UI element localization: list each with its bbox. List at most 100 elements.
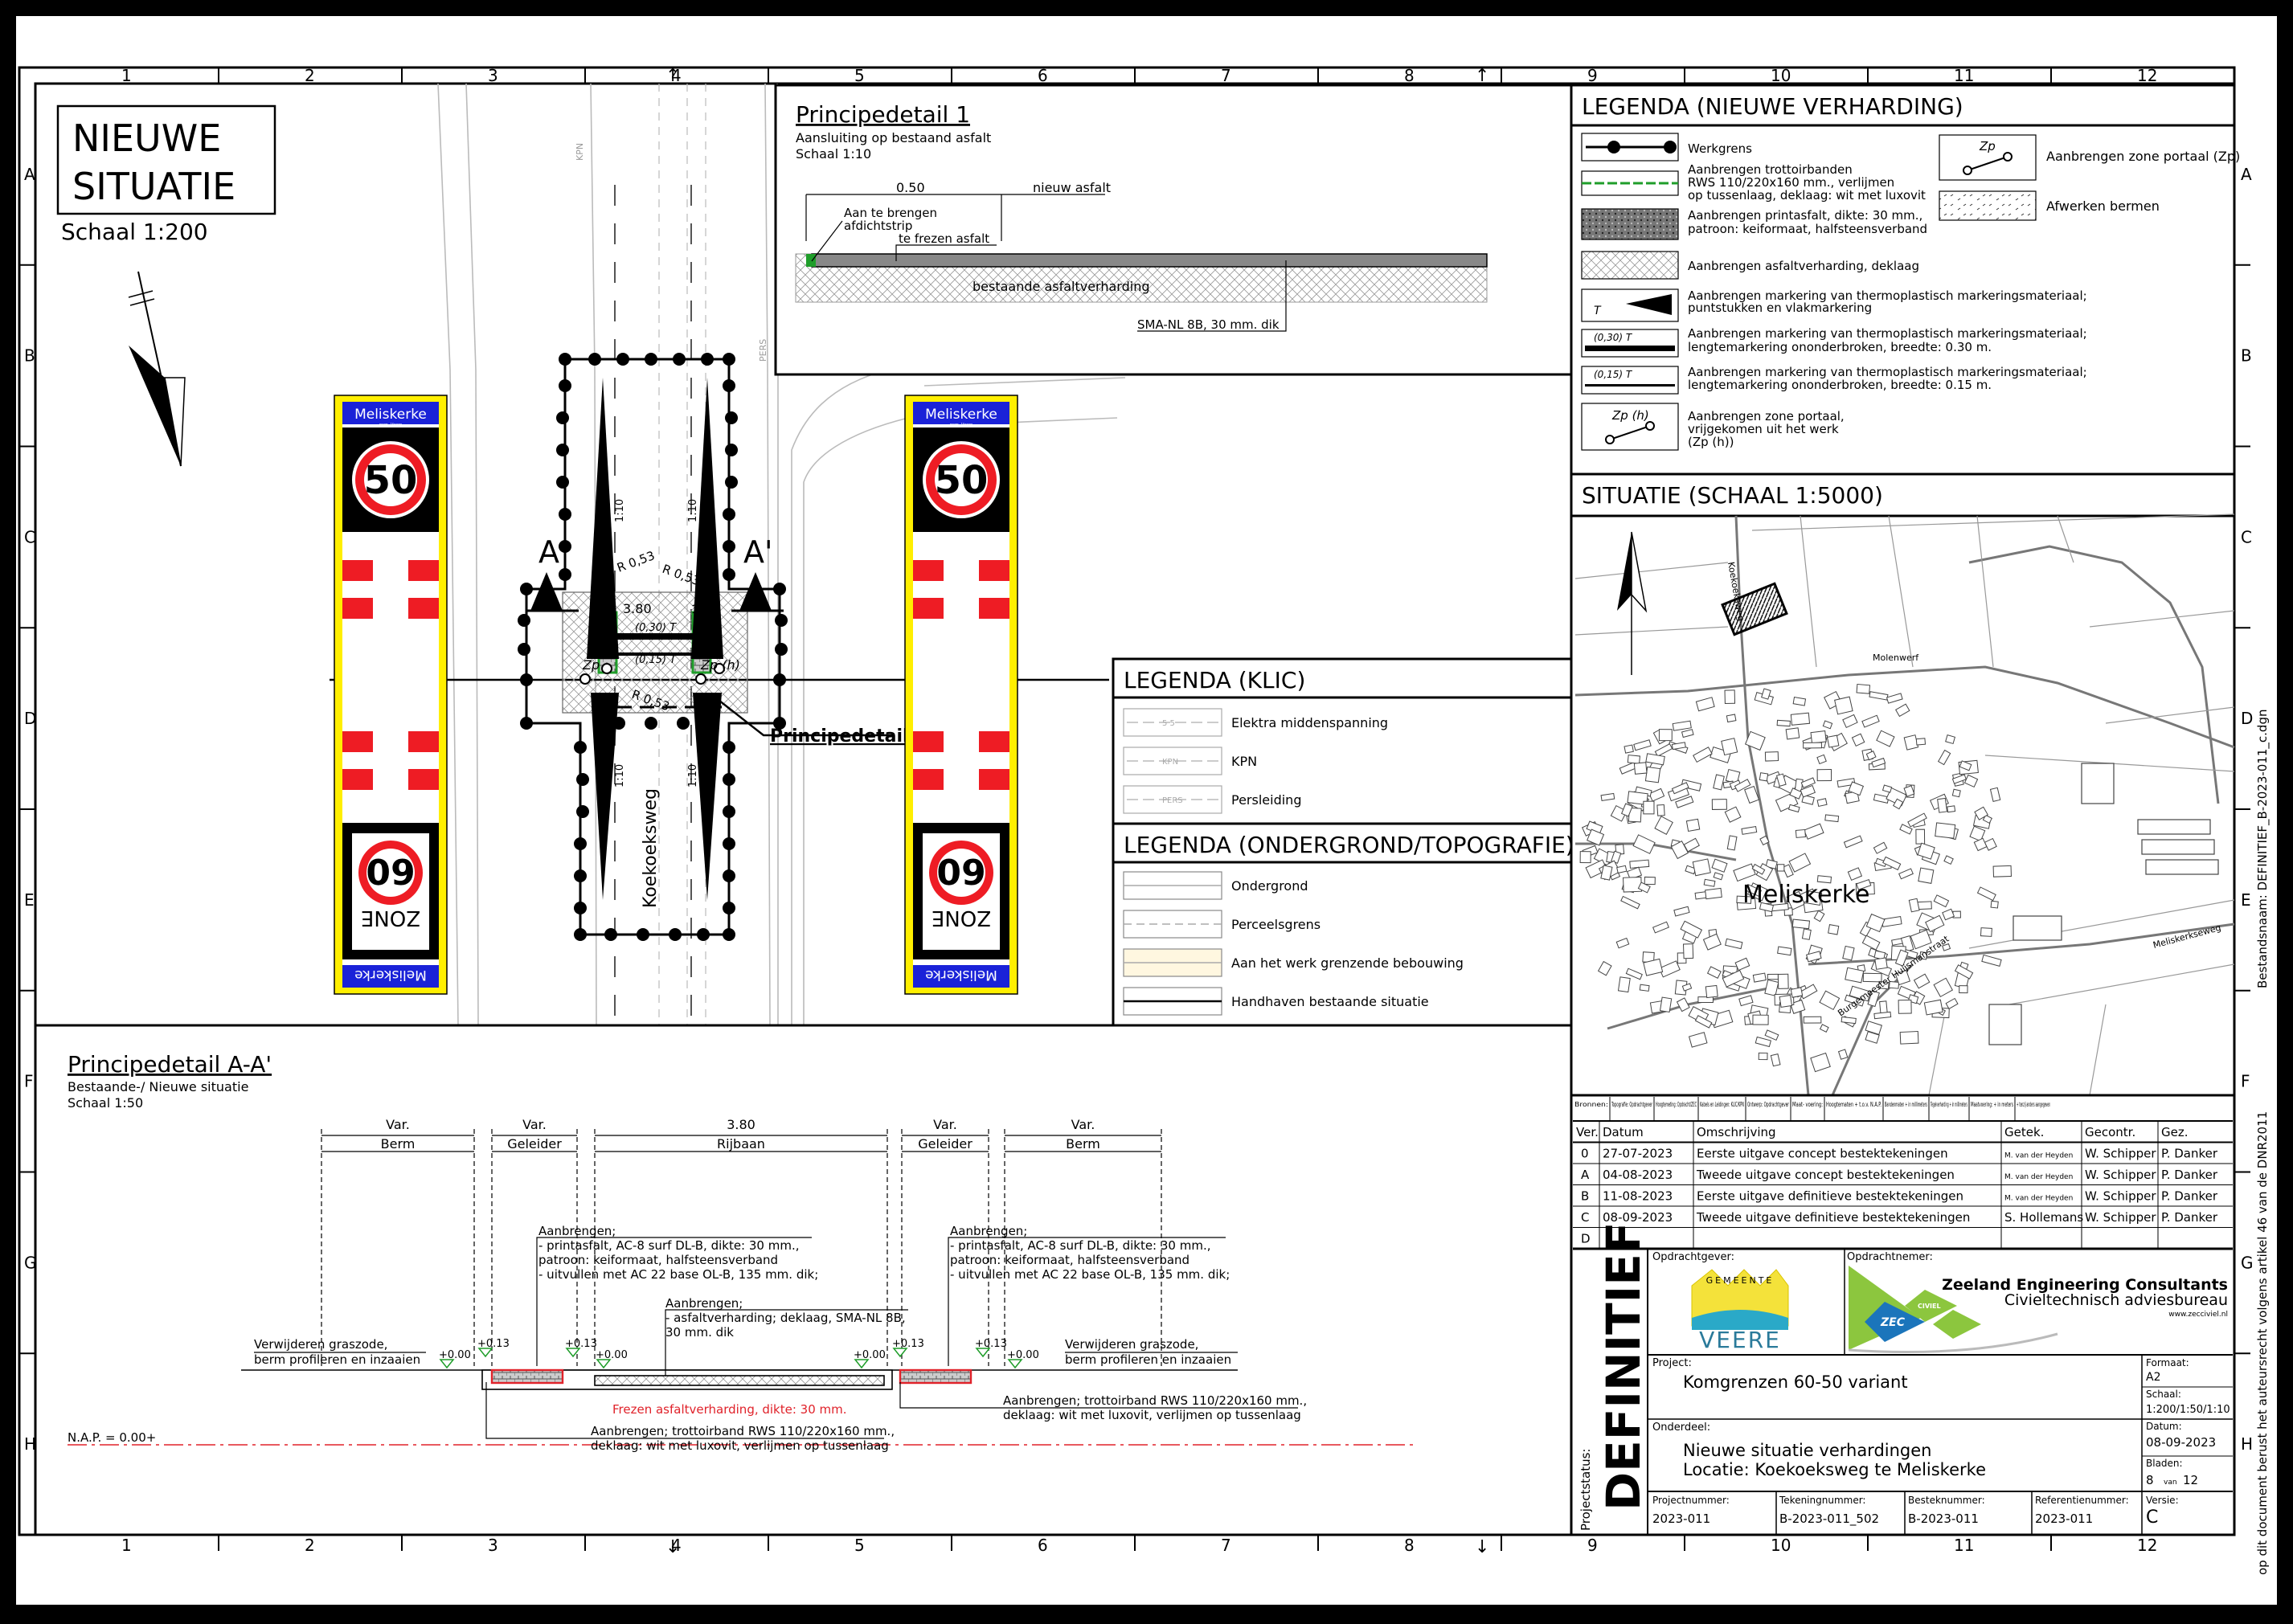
client-name: VEERE bbox=[1699, 1327, 1781, 1353]
svg-text:↑: ↑ bbox=[1475, 66, 1489, 86]
legend-new-item-13: lengtemarkering ononderbroken, breedte: … bbox=[1688, 378, 1992, 392]
detailAA-dim-top-3: 3.80 bbox=[727, 1117, 755, 1132]
legend-new-item-1: Werkgrens bbox=[1688, 141, 1752, 156]
revision-cell-2-5: P. Danker bbox=[2161, 1189, 2218, 1204]
legend-topo-item-2: Perceelsgrens bbox=[1231, 917, 1321, 932]
source-header-2: Topografie: Opdrachtgever bbox=[1611, 1101, 1653, 1108]
grid-row-right-D: D bbox=[2241, 709, 2253, 728]
grid-row-left-G: G bbox=[24, 1253, 37, 1272]
situatie-map: SITUATIE (SCHAAL 1:5000) Meliskerke Koek… bbox=[1570, 472, 2236, 1097]
legend-klic-item-2: KPN bbox=[1231, 754, 1257, 769]
legend-klic-symbol-1: 5 5 bbox=[1162, 719, 1175, 728]
drawing-sheet: 1 1 2 2 3 3 4 4 5 5 6 6 7 7 8 8 9 9 10 10 11 11 12 12 A A B B C C D D E E… bbox=[0, 0, 2293, 1621]
grid-col-top-2: 2 bbox=[305, 66, 315, 85]
revision-cell-2-0: B bbox=[1581, 1189, 1589, 1204]
grid-col-top-11: 11 bbox=[1954, 66, 1974, 85]
legend-klic-symbol-3: PERS bbox=[1162, 796, 1183, 805]
detailAA-mid-note-1: Aanbrengen; bbox=[665, 1296, 743, 1311]
ref-value: 2023-011 bbox=[2035, 1512, 2093, 1526]
principedetail-1: Principedetail 1 Aansluiting op bestaand… bbox=[774, 84, 1573, 376]
grid-row-left-C: C bbox=[24, 527, 35, 546]
detailAA-grass-right-2: berm profileren en inzaaien bbox=[1065, 1352, 1231, 1367]
grid-col-top-1: 1 bbox=[121, 66, 132, 85]
revision-header-3: Omschrijving bbox=[1697, 1125, 1776, 1139]
detailAA-curb-right-2: deklaag: wit met luxovit, verlijmen op t… bbox=[1003, 1408, 1301, 1422]
legend-new-item-16: (Zp (h)) bbox=[1688, 435, 1734, 449]
plan-scale: Schaal 1:200 bbox=[61, 219, 208, 245]
detailAA-dim-label-5: Berm bbox=[1066, 1136, 1100, 1152]
detailAA-grass-left-2: berm profileren en inzaaien bbox=[254, 1352, 420, 1367]
grid-row-left-B: B bbox=[24, 346, 35, 366]
marking-030 bbox=[616, 633, 693, 640]
revision-cell-0-0: 0 bbox=[1581, 1147, 1589, 1161]
drawing-value: B-2023-011_502 bbox=[1779, 1512, 1879, 1527]
grid-row-left-F: F bbox=[24, 1072, 34, 1091]
dim-160: 1.60 bbox=[691, 603, 716, 616]
detailAA-right-note-3: patroon: keiformaat, halfsteensverband bbox=[950, 1253, 1189, 1267]
part-line-2: Locatie: Koekoeksweg te Meliskerke bbox=[1683, 1460, 1986, 1479]
situatie-title: SITUATIE (SCHAAL 1:5000) bbox=[1582, 482, 1883, 509]
part-line-1: Nieuwe situatie verhardingen bbox=[1683, 1441, 1931, 1460]
legend-right-item-2: Afwerken bermen bbox=[2046, 198, 2160, 214]
revision-header-5: Gecontr. bbox=[2085, 1125, 2135, 1139]
source-header-3: Hoogtemeting: Opdracht/ZEC bbox=[1656, 1101, 1697, 1108]
detailAA-dim-label-1: Berm bbox=[381, 1136, 416, 1152]
source-header-7: Hoogtematen + t.o.v. N.A.P. bbox=[1826, 1101, 1881, 1108]
revision-cell-1-5: P. Danker bbox=[2161, 1168, 2218, 1182]
detail1-new-asphalt: nieuw asfalt bbox=[1033, 180, 1111, 195]
sheet-number: 8 bbox=[2146, 1473, 2154, 1487]
source-header-11: + tenzij anders aangegeven bbox=[2017, 1101, 2050, 1108]
zp-label: Zp bbox=[582, 657, 600, 673]
grid-col-top-6: 6 bbox=[1038, 66, 1048, 85]
grid-col-top-7: 7 bbox=[1221, 66, 1231, 85]
grid-col-bottom-8: 8 bbox=[1404, 1536, 1415, 1555]
legend-sym-zp: Zp bbox=[1979, 139, 1996, 153]
legend-right-item-1: Aanbrengen zone portaal (Zp) bbox=[2046, 149, 2240, 164]
detailAA-grass-right-1: Verwijderen graszode, bbox=[1065, 1337, 1198, 1352]
grid-col-top-10: 10 bbox=[1771, 66, 1791, 85]
grid-col-top-5: 5 bbox=[854, 66, 865, 85]
zec-logo-text-2: CIVIEL bbox=[1918, 1303, 1941, 1310]
revision-cell-0-2: Eerste uitgave concept bestektekeningen bbox=[1697, 1147, 1948, 1161]
zec-url: www.zecciviel.nl bbox=[2168, 1311, 2228, 1319]
detailAA-dim-label-2: Geleider bbox=[507, 1136, 562, 1152]
legend-new-item-7: Aanbrengen asfaltverharding, deklaag bbox=[1688, 259, 1919, 273]
detail1-sma: SMA-NL 8B, 30 mm. dik bbox=[1137, 317, 1280, 332]
projectnr-label: Projectnummer: bbox=[1652, 1495, 1730, 1506]
legend-new-item-5: Aanbrengen printasfalt, dikte: 30 mm., bbox=[1688, 208, 1922, 223]
detailAA-mid-note-2: - asfaltverharding; deklaag, SMA-NL 8B, bbox=[665, 1311, 906, 1325]
revision-cell-1-4: W. Schipper bbox=[2085, 1168, 2156, 1182]
legend-new-item-6: patroon: keiformaat, halfsteensverband bbox=[1688, 222, 1927, 236]
version-value: C bbox=[2146, 1507, 2158, 1528]
client-top: GEMEENTE bbox=[1706, 1275, 1775, 1286]
legend-topo-item-4: Handhaven bestaande situatie bbox=[1231, 994, 1429, 1009]
nap-label: N.A.P. = 0.00+ bbox=[68, 1430, 156, 1445]
side-filename: Bestandsnaam: DEFINITIEF_B-2023-011_c.dg… bbox=[2255, 710, 2270, 988]
legend-sym-t: T bbox=[1594, 305, 1602, 317]
grid-col-bottom-11: 11 bbox=[1954, 1536, 1974, 1555]
detailAA-left-note-2: - printasfalt, AC-8 surf DL-B, dikte: 30… bbox=[538, 1238, 800, 1253]
grid-col-bottom-1: 1 bbox=[121, 1536, 132, 1555]
detailAA-grass-left-1: Verwijderen graszode, bbox=[254, 1337, 387, 1352]
legend-topo-item-3: Aan het werk grenzende bebouwing bbox=[1231, 955, 1464, 971]
revision-cell-0-1: 27-07-2023 bbox=[1603, 1147, 1673, 1161]
source-header-1: Bronnen: bbox=[1574, 1101, 1608, 1108]
revision-cell-2-4: W. Schipper bbox=[2085, 1189, 2156, 1204]
grid-row-right-C: C bbox=[2241, 527, 2252, 546]
date-value: 08-09-2023 bbox=[2146, 1435, 2216, 1450]
revision-cell-1-0: A bbox=[1581, 1168, 1590, 1182]
zone-portal-right: Meliskerkegem. Veere5060ZONEMeliskerke bbox=[904, 395, 1018, 995]
source-header-6: Maat- voering: bbox=[1792, 1101, 1823, 1108]
detailAA-right-note-2: - printasfalt, AC-8 surf DL-B, dikte: 30… bbox=[950, 1238, 1211, 1253]
detail-reference: Principedetail 1 bbox=[770, 726, 927, 747]
detailAA-level-4: +0.00 bbox=[596, 1349, 628, 1361]
detailAA-dim-top-1: Var. bbox=[386, 1117, 410, 1132]
legend-sym-030: (0,30) T bbox=[1594, 332, 1633, 343]
grid-col-top-9: 9 bbox=[1587, 66, 1598, 85]
detail1-existing: bestaande asfaltverharding bbox=[972, 279, 1150, 294]
slope-label-4: 1:10 bbox=[687, 764, 699, 787]
revision-cell-0-3: M. van der Heyden bbox=[2004, 1152, 2073, 1160]
grid-col-bottom-12: 12 bbox=[2137, 1536, 2157, 1555]
label-a: A bbox=[538, 534, 559, 570]
svg-text:↓: ↓ bbox=[665, 1537, 680, 1557]
